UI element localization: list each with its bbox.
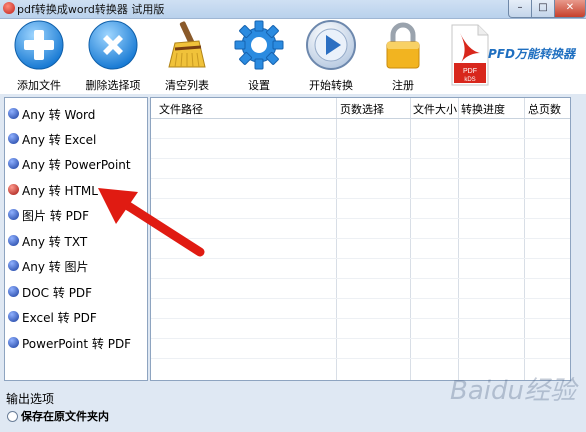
brand-name: PFD万能转换器: [488, 47, 575, 61]
row-line: [151, 238, 570, 239]
list-item-label: Any 转 PowerPoint: [22, 158, 131, 172]
remove-x-icon: [88, 20, 138, 70]
add-file-label: 添加文件: [17, 79, 61, 92]
remove-selected-button[interactable]: 删除选择项: [78, 19, 148, 93]
list-item-any-to-powerpoint[interactable]: Any 转 PowerPoint: [5, 153, 147, 175]
radio-dot-icon: [8, 158, 19, 169]
pdf-logo-text-1: PDF: [463, 68, 477, 75]
column-header-progress[interactable]: 转换进度: [461, 101, 505, 117]
pdf-file-icon: PDF kDS: [451, 24, 489, 86]
right-margin-strip: [571, 97, 584, 379]
column-header-total-pages[interactable]: 总页数: [528, 101, 561, 117]
list-item-label: Any 转 Word: [22, 108, 96, 122]
app-icon: [3, 2, 15, 14]
row-line: [151, 358, 570, 359]
lock-icon: [386, 22, 420, 69]
register-label: 注册: [392, 79, 414, 92]
list-item-label: Any 转 Excel: [22, 133, 97, 147]
row-line: [151, 178, 570, 179]
watermark: Baidu经验: [450, 376, 576, 406]
red-arrow-annotation: [98, 188, 205, 257]
selected-radio-dot-icon: [8, 184, 19, 195]
pdf-logo-text-2: kDS: [464, 77, 475, 83]
clear-list-label: 清空列表: [165, 79, 209, 92]
radio-dot-icon: [8, 260, 19, 271]
start-convert-label: 开始转换: [309, 79, 353, 92]
row-line: [151, 218, 570, 219]
add-file-button[interactable]: 添加文件: [4, 19, 74, 93]
radio-dot-icon: [8, 337, 19, 348]
radio-dot-icon: [8, 286, 19, 297]
list-item-label: Any 转 图片: [22, 260, 89, 274]
column-header-file-path[interactable]: 文件路径: [159, 101, 203, 117]
window-title: pdf转换成word转换器 试用版: [17, 3, 165, 16]
radio-dot-icon: [8, 108, 19, 119]
clear-list-button[interactable]: 清空列表: [152, 19, 222, 93]
list-item-powerpoint-to-pdf[interactable]: PowerPoint 转 PDF: [5, 332, 147, 354]
list-item-any-to-word[interactable]: Any 转 Word: [5, 103, 147, 125]
plus-icon: [14, 20, 64, 70]
list-item-label: PowerPoint 转 PDF: [22, 337, 132, 351]
gear-icon: [234, 20, 284, 70]
save-in-original-folder-label[interactable]: 保存在原文件夹内: [21, 408, 109, 424]
play-icon: [306, 20, 356, 70]
list-item-label: Any 转 HTML: [22, 184, 98, 198]
row-line: [151, 138, 570, 139]
output-options-label: 输出选项: [6, 392, 55, 406]
list-item-excel-to-pdf[interactable]: Excel 转 PDF: [5, 306, 147, 328]
column-header-page-selection[interactable]: 页数选择: [340, 101, 384, 117]
row-line: [151, 318, 570, 319]
row-line: [151, 198, 570, 199]
list-item-label: DOC 转 PDF: [22, 286, 93, 300]
radio-dot-icon: [8, 209, 19, 220]
row-line: [151, 158, 570, 159]
maximize-button[interactable]: □: [531, 0, 555, 18]
settings-button[interactable]: 设置: [224, 19, 294, 93]
radio-dot-icon: [8, 133, 19, 144]
toolbar: 添加文件 删除选择项 清空列表 设置 开始转换 注册 PDF kDS PFD万能…: [0, 19, 586, 94]
brand-logo: PDF kDS PFD万能转换器: [450, 23, 586, 93]
list-item-label: 图片 转 PDF: [22, 209, 90, 223]
row-line: [151, 278, 570, 279]
row-line: [151, 338, 570, 339]
radio-dot-icon: [8, 235, 19, 246]
column-header-file-size[interactable]: 文件大小: [413, 101, 457, 117]
save-in-original-folder-radio[interactable]: [7, 411, 18, 422]
title-bar: pdf转换成word转换器 试用版 – □ ✕: [0, 0, 586, 19]
register-button[interactable]: 注册: [368, 19, 438, 93]
close-button[interactable]: ✕: [554, 0, 586, 18]
row-line: [151, 258, 570, 259]
list-item-label: Any 转 TXT: [22, 235, 88, 249]
broom-icon: [168, 21, 206, 68]
minimize-button[interactable]: –: [508, 0, 532, 18]
list-item-doc-to-pdf[interactable]: DOC 转 PDF: [5, 281, 147, 303]
table-header: 文件路径 页数选择 文件大小 转换进度 总页数: [151, 98, 570, 119]
start-convert-button[interactable]: 开始转换: [296, 19, 366, 93]
list-item-label: Excel 转 PDF: [22, 311, 97, 325]
row-line: [151, 298, 570, 299]
file-table[interactable]: 文件路径 页数选择 文件大小 转换进度 总页数: [150, 97, 571, 381]
radio-dot-icon: [8, 311, 19, 322]
settings-label: 设置: [248, 79, 270, 92]
remove-selected-label: 删除选择项: [85, 79, 141, 92]
list-item-any-to-excel[interactable]: Any 转 Excel: [5, 128, 147, 150]
